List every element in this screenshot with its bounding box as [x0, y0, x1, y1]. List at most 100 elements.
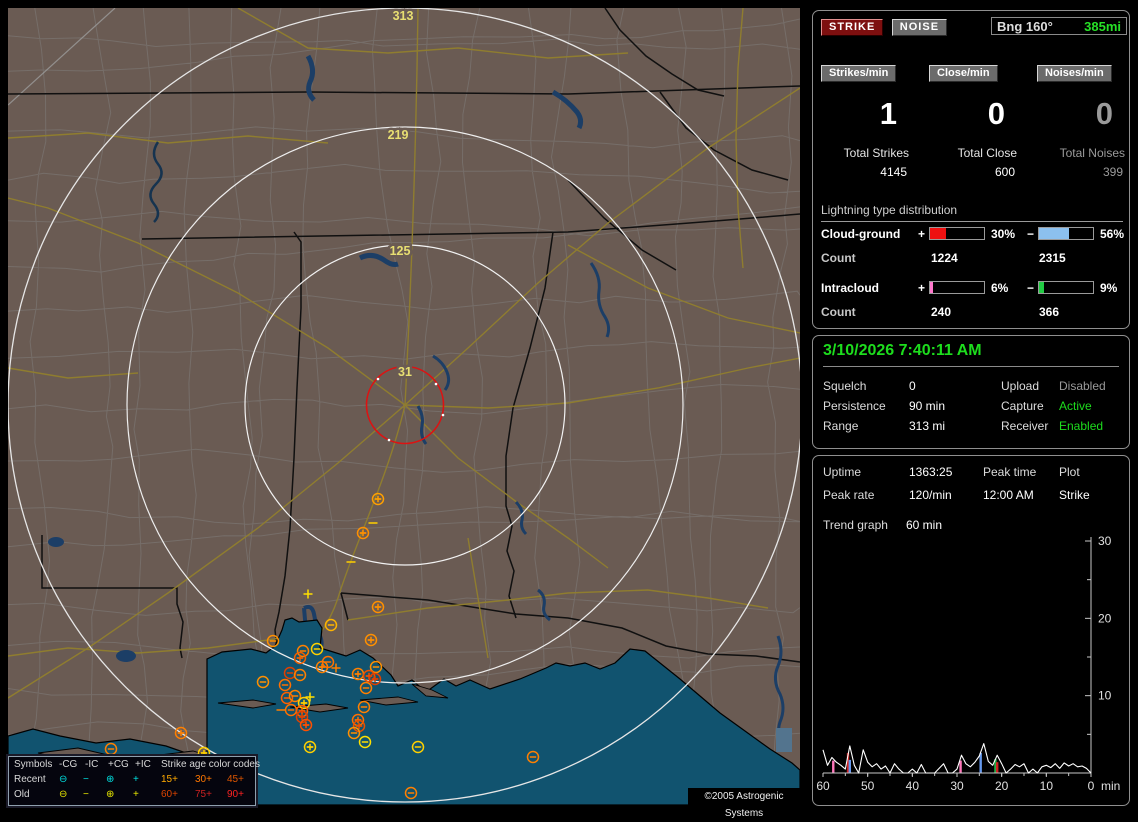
ring-label: 219 [388, 128, 409, 142]
capture-label: Capture [1001, 399, 1044, 413]
ic-positive-count: 240 [931, 305, 952, 319]
ring-label: 31 [398, 365, 412, 379]
map-legend: Symbols -CG -IC +CG +IC Strike age color… [6, 754, 260, 808]
trend-x-tick-label: 0 [1088, 779, 1095, 793]
legend-age-label: Old [14, 789, 30, 800]
legend-strike-symbol: + [133, 774, 139, 785]
legend-age-title: Strike age color codes [161, 759, 260, 770]
bearing-distance: 385mi [1084, 19, 1121, 34]
legend-age-threshold: 75+ [195, 789, 212, 800]
status-row: Persistence 90 min Capture Active [813, 396, 1129, 416]
map-canvas: 313 219 125 31 [8, 8, 800, 805]
bearing-label: Bng 160° [997, 19, 1053, 34]
legend-age-threshold: 30+ [195, 774, 212, 785]
close-per-min-column: Close/min 0 Total Close 600 [925, 63, 1017, 179]
legend-strike-symbol: − [83, 774, 89, 785]
trend-x-tick-label: 10 [1040, 779, 1054, 793]
legend-age-threshold: 15+ [161, 774, 178, 785]
legend-row-old: Old ⊖ − ⊕ +60+ 75+ 90+ [9, 787, 255, 802]
legend-header: Symbols -CG -IC +CG +IC Strike age color… [14, 759, 260, 770]
range-label: Range [823, 419, 859, 433]
trend-y-tick-label: 30 [1098, 534, 1112, 548]
plot-mode-value: Strike [1059, 488, 1090, 502]
trend-x-tick-label: 30 [950, 779, 964, 793]
status-panel: 3/10/2026 7:40:11 AM Squelch 0 Upload Di… [812, 335, 1130, 449]
trend-x-tick-label: 40 [906, 779, 920, 793]
peak-rate-value: 120/min [909, 488, 952, 502]
legend-strike-symbol: − [83, 789, 89, 800]
plot-label: Plot [1059, 465, 1080, 479]
trend-x-tick-label: 50 [861, 779, 875, 793]
legend-strike-symbol: ⊕ [106, 789, 115, 800]
status-row: Squelch 0 Upload Disabled [813, 376, 1129, 396]
noises-per-min-value: 0 [1095, 96, 1113, 131]
ring-label: 313 [393, 9, 414, 23]
cg-negative-bar [1038, 227, 1094, 240]
cloud-ground-label: Cloud-ground [821, 227, 901, 241]
strike-counters-panel: STRIKE NOISE Bng 160° 385mi Strikes/min … [812, 10, 1130, 329]
ic-negative-bar [1038, 281, 1094, 294]
squelch-value: 0 [909, 379, 916, 393]
legend-strike-symbol: ⊖ [59, 774, 68, 785]
total-close-value: 600 [994, 165, 1015, 179]
copyright-label: ©2005 Astrogenic Systems [688, 788, 800, 819]
legend-age-threshold: 45+ [227, 774, 244, 785]
legend-age-label: Recent [14, 774, 46, 785]
ic-negative-pct: 9% [1100, 281, 1118, 295]
noises-per-min-column: Noises/min 0 Total Noises 399 [1033, 63, 1125, 179]
datetime-display: 3/10/2026 7:40:11 AM [823, 342, 1119, 367]
intracloud-count-row: Count 240 366 [821, 305, 1060, 319]
legend-symbols-title: Symbols [14, 759, 53, 770]
strikes-per-min-column: Strikes/min 1 Total Strikes 4145 [817, 63, 909, 179]
ic-negative-count: 366 [1039, 305, 1060, 319]
trend-panel: Uptime 1363:25 Peak time Plot Peak rate … [812, 455, 1130, 806]
legend-strike-symbol: + [133, 789, 139, 800]
upload-label: Upload [1001, 379, 1040, 393]
total-close-label: Total Close [957, 146, 1017, 160]
legend-age-threshold: 90+ [227, 789, 244, 800]
lightning-map[interactable]: 313 219 125 31 Symbols -CG -IC +CG +IC Stri… [6, 8, 800, 819]
trend-x-tick-label: 20 [995, 779, 1009, 793]
strikes-per-min-button[interactable]: Strikes/min [821, 65, 897, 82]
noises-per-min-button[interactable]: Noises/min [1037, 65, 1112, 82]
persistence-label: Persistence [823, 399, 886, 413]
peak-rate-label: Peak rate [823, 488, 875, 502]
ic-positive-pct: 6% [991, 281, 1009, 295]
range-value: 313 mi [909, 419, 946, 433]
trend-line [822, 743, 1092, 774]
summary-row: Peak rate 120/min 12:00 AM Strike [813, 485, 1129, 505]
close-per-min-button[interactable]: Close/min [929, 65, 998, 82]
cg-positive-bar [929, 227, 985, 240]
cg-positive-count: 1224 [931, 251, 958, 265]
strike-button[interactable]: STRIKE [821, 19, 884, 36]
trend-x-axis-unit: min [1101, 779, 1120, 793]
intracloud-row: Intracloud + 6% − 9% [821, 281, 1118, 295]
trend-y-tick-label: 10 [1098, 689, 1112, 703]
legend-row-recent: Recent ⊖ − ⊕ +15+ 30+ 45+ [9, 772, 255, 787]
cg-negative-pct: 56% [1100, 227, 1125, 241]
status-row: Range 313 mi Receiver Enabled [813, 416, 1129, 436]
legend-strike-symbol: ⊕ [106, 774, 115, 785]
total-noises-value: 399 [1102, 165, 1123, 179]
capture-status: Active [1059, 399, 1092, 413]
peak-time-value: 12:00 AM [983, 488, 1034, 502]
uptime-value: 1363:25 [909, 465, 953, 479]
strikes-per-min-value: 1 [879, 96, 897, 131]
summary-row: Uptime 1363:25 Peak time Plot [813, 462, 1129, 482]
cg-positive-pct: 30% [991, 227, 1016, 241]
trend-graph: 10 20 30 60 50 40 30 20 10 0 min [816, 534, 1120, 793]
receiver-label: Receiver [1001, 419, 1049, 433]
cloud-ground-row: Cloud-ground + 30% − 56% [821, 227, 1125, 241]
uptime-label: Uptime [823, 465, 862, 479]
receiver-status: Enabled [1059, 419, 1104, 433]
peak-time-label: Peak time [983, 465, 1037, 479]
noise-button[interactable]: NOISE [891, 19, 948, 36]
ic-positive-bar [929, 281, 985, 294]
squelch-label: Squelch [823, 379, 867, 393]
persistence-value: 90 min [909, 399, 946, 413]
trend-y-tick-label: 20 [1098, 611, 1112, 625]
distribution-title: Lightning type distribution [821, 203, 1123, 222]
cg-negative-count: 2315 [1039, 251, 1066, 265]
close-per-min-value: 0 [987, 96, 1005, 131]
intracloud-label: Intracloud [821, 281, 880, 295]
